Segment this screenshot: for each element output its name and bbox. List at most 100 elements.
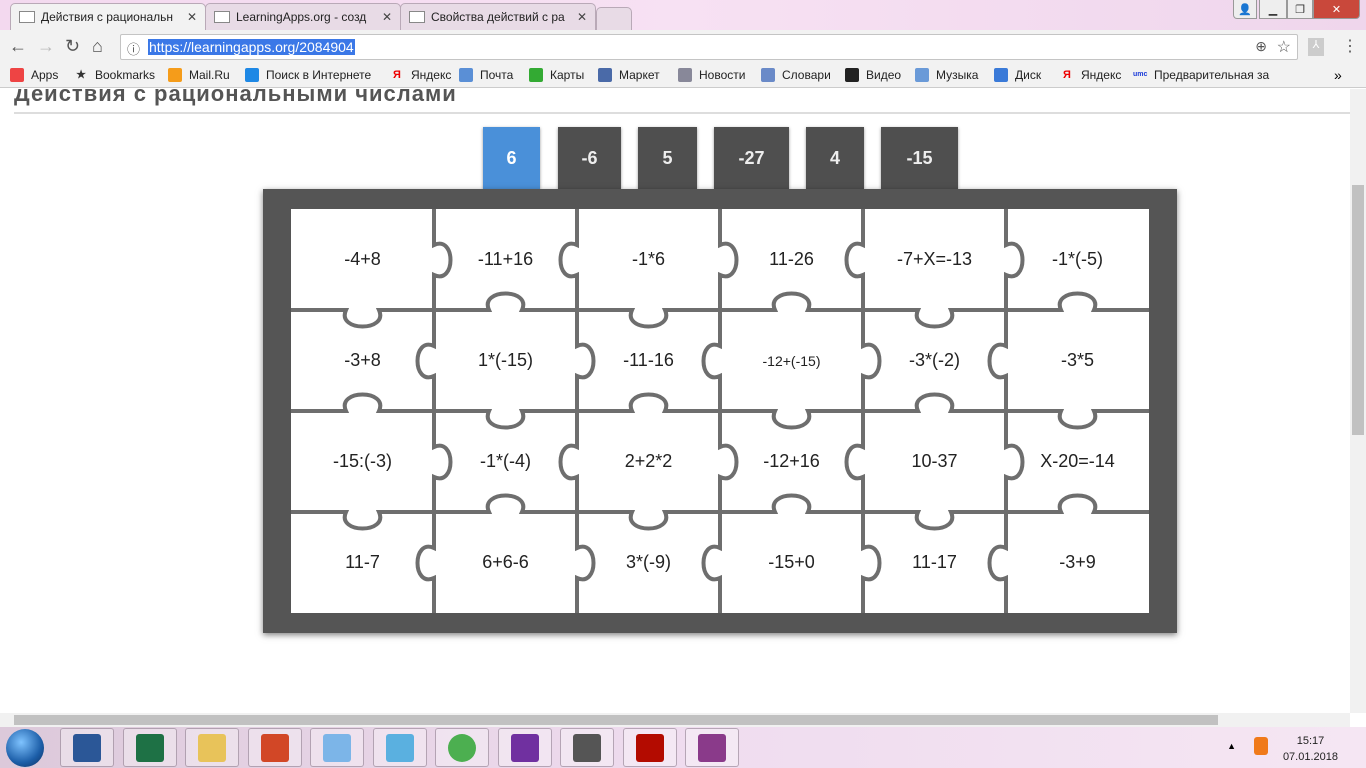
vertical-scrollbar[interactable] [1350, 89, 1366, 713]
puzzle-piece[interactable]: -3+9 [1006, 512, 1149, 613]
puzzle-piece[interactable]: 3*(-9) [577, 512, 720, 613]
puzzle-piece[interactable]: X-20=-14 [1006, 411, 1149, 512]
minimize-button[interactable]: ▁ [1259, 0, 1287, 19]
horizontal-scrollbar[interactable] [0, 713, 1350, 727]
close-tab-icon[interactable]: ✕ [382, 10, 392, 24]
info-icon[interactable]: ⓘ [127, 39, 140, 58]
profile-icon[interactable]: 👤 [1233, 0, 1257, 19]
bookmark-item[interactable]: Я Яндекс [1060, 68, 1121, 82]
bookmark-item[interactable]: Я Яндекс [390, 68, 451, 82]
start-button[interactable] [6, 729, 44, 767]
browser-tab[interactable]: Свойства действий с ра ✕ [400, 3, 596, 30]
answer-tile[interactable]: 6 [483, 127, 540, 189]
puzzle-piece[interactable]: -4+8 [291, 209, 434, 310]
taskbar-calculator-button[interactable] [372, 728, 427, 767]
puzzle-piece[interactable]: -1*(-4) [434, 411, 577, 512]
clock[interactable]: 15:17 07.01.2018 [1283, 733, 1338, 765]
taskbar-acrobat-button[interactable] [622, 728, 677, 767]
avast-icon[interactable] [1254, 737, 1268, 755]
puzzle-piece[interactable]: -11-16 [577, 310, 720, 411]
bookmark-item[interactable]: Mail.Ru [168, 68, 230, 82]
puzzle-piece[interactable]: -1*6 [577, 209, 720, 310]
bookmark-label: Apps [31, 68, 59, 82]
puzzle-piece[interactable]: -12+16 [720, 411, 863, 512]
answer-tile[interactable]: -15 [881, 127, 958, 189]
puzzle-piece[interactable]: -12+(-15) [720, 310, 863, 411]
mail-icon [459, 68, 473, 82]
star-icon[interactable]: ☆ [1277, 37, 1291, 57]
puzzle-piece[interactable]: -3+8 [291, 310, 434, 411]
puzzle-frame: -4+8 -11+16 -1*6 11-26 -7+X=-13 -1*(-5) -3+8 1*… [263, 189, 1177, 633]
bookmark-label: Bookmarks [95, 68, 156, 82]
close-tab-icon[interactable]: ✕ [187, 10, 197, 24]
back-icon[interactable]: ← [9, 36, 27, 57]
url-text[interactable]: https://learningapps.org/2084904 [148, 39, 355, 55]
taskbar-chrome-button[interactable] [435, 728, 489, 767]
bookmark-label: Музыка [936, 68, 979, 82]
bookmark-label: Карты [550, 68, 585, 82]
bookmark-item[interactable]: Музыка [915, 68, 978, 82]
bookmark-item[interactable]: Почта [459, 68, 513, 82]
puzzle-piece[interactable]: -3*(-2) [863, 310, 1006, 411]
puzzle-piece[interactable]: -1*(-5) [1006, 209, 1149, 310]
bookmark-item[interactable]: Видео [845, 68, 901, 82]
taskbar-powerpoint-button[interactable] [247, 728, 302, 767]
bookmark-item[interactable]: umc Предварительная за [1133, 68, 1269, 82]
puzzle-piece[interactable]: -7+X=-13 [863, 209, 1006, 310]
bookmark-label: Маркет [619, 68, 660, 82]
taskbar-winrar-button[interactable] [685, 728, 739, 767]
taskbar-onenote-button[interactable] [497, 728, 552, 767]
browser-tab[interactable]: LearningApps.org - созд ✕ [205, 3, 401, 30]
answer-tile[interactable]: 5 [638, 127, 697, 189]
puzzle-piece[interactable]: 6+6-6 [434, 512, 577, 613]
taskbar-paint-button[interactable] [310, 728, 364, 767]
tray-arrow-icon[interactable]: ▲ [1227, 741, 1236, 751]
puzzle-piece[interactable]: -15:(-3) [291, 411, 434, 512]
taskbar-excel-button[interactable] [122, 728, 177, 767]
bookmark-item[interactable]: Apps [10, 68, 58, 82]
bookmark-item[interactable]: Поиск в Интернете [245, 68, 371, 82]
browser-tab[interactable]: Действия с рациональн ✕ [10, 3, 206, 30]
bookmark-item[interactable]: ★ Bookmarks [74, 68, 155, 82]
bookmark-label: Новости [699, 68, 746, 82]
zoom-icon[interactable]: ⊕ [1255, 38, 1267, 55]
reload-icon[interactable]: ↻ [65, 36, 80, 57]
address-bar[interactable]: ⓘ https://learningapps.org/2084904 ⊕ ☆ [120, 34, 1298, 60]
taskbar-word-button[interactable] [60, 728, 114, 767]
puzzle-piece[interactable]: 1*(-15) [434, 310, 577, 411]
bookmark-label: Видео [866, 68, 902, 82]
puzzle-piece[interactable]: -11+16 [434, 209, 577, 310]
apps-grid-icon [10, 68, 24, 82]
new-tab-button[interactable] [596, 7, 632, 30]
bookmark-item[interactable]: Словари [761, 68, 831, 82]
puzzle-piece[interactable]: -15+0 [720, 512, 863, 613]
scroll-thumb[interactable] [1352, 185, 1364, 435]
puzzle-piece[interactable]: 11-7 [291, 512, 434, 613]
maximize-button[interactable]: ❐ [1287, 0, 1313, 19]
bookmark-item[interactable]: Карты [529, 68, 584, 82]
menu-icon[interactable]: ⋮ [1342, 36, 1358, 56]
answer-tile[interactable]: -27 [714, 127, 789, 189]
answer-tile[interactable]: 4 [806, 127, 864, 189]
puzzle-piece[interactable]: 2+2*2 [577, 411, 720, 512]
pdf-extension-icon[interactable]: ⅄ [1308, 38, 1324, 56]
close-tab-icon[interactable]: ✕ [577, 10, 587, 24]
bookmark-item[interactable]: Новости [678, 68, 745, 82]
search-icon [245, 68, 259, 82]
taskbar-explorer-button[interactable] [185, 728, 239, 767]
close-window-button[interactable]: ✕ [1313, 0, 1360, 19]
mailru-icon [168, 68, 182, 82]
page-icon [214, 11, 230, 23]
puzzle-piece[interactable]: 11-17 [863, 512, 1006, 613]
home-icon[interactable]: ⌂ [92, 36, 103, 57]
scroll-thumb[interactable] [14, 715, 1218, 725]
answer-tile[interactable]: -6 [558, 127, 621, 189]
bookmark-item[interactable]: Диск [994, 68, 1041, 82]
puzzle-piece[interactable]: 11-26 [720, 209, 863, 310]
taskbar-webcam-button[interactable] [560, 728, 614, 767]
more-bookmarks-button[interactable]: » [1334, 67, 1342, 83]
puzzle-piece[interactable]: -3*5 [1006, 310, 1149, 411]
bookmark-item[interactable]: Маркет [598, 68, 660, 82]
forward-icon[interactable]: → [37, 36, 55, 57]
puzzle-piece[interactable]: 10-37 [863, 411, 1006, 512]
